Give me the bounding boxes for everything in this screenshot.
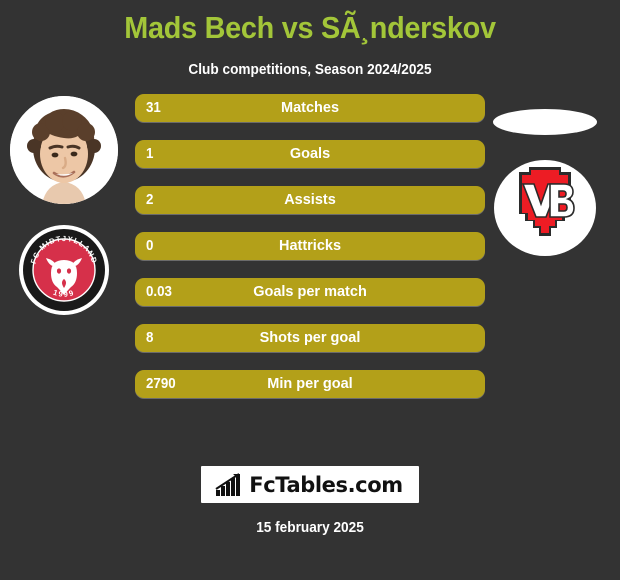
stat-row: 1 Goals	[135, 140, 485, 168]
vejle-boldklub-badge-icon	[494, 160, 596, 256]
footer: FcTables.com 15 february 2025	[0, 466, 620, 580]
bar-chart-icon	[215, 473, 241, 496]
footer-date: 15 february 2025	[256, 520, 364, 536]
home-club-badge: FC MIDTJYLLAND 1999	[18, 224, 110, 316]
stat-label: Shots per goal	[259, 330, 361, 346]
stats-list: 31 Matches 1 Goals 2 Assists 0 Hattricks 0.03 Goa…	[135, 94, 485, 398]
stat-row: 0 Hattricks	[135, 232, 485, 260]
home-player-photo	[10, 96, 118, 204]
header: Mads Bech vs SÃ¸nderskov Club competitio…	[0, 0, 620, 80]
stat-row: 8 Shots per goal	[135, 324, 485, 352]
stat-row: 2790 Min per goal	[135, 370, 485, 398]
stat-label: Assists	[284, 192, 336, 208]
stat-label: Goals per match	[253, 284, 367, 300]
page-title: Mads Bech vs SÃ¸nderskov	[124, 10, 496, 45]
fctables-logo[interactable]: FcTables.com	[201, 466, 419, 503]
comparison-body: FC MIDTJYLLAND 1999 31 Matches 1 Goals 2 Assi…	[0, 94, 620, 414]
away-column	[485, 94, 620, 414]
stat-row: 0.03 Goals per match	[135, 278, 485, 306]
player-portrait-icon	[10, 96, 118, 204]
stat-row: 31 Matches	[135, 94, 485, 122]
away-club-badge	[493, 156, 597, 260]
stat-row: 2 Assists	[135, 186, 485, 214]
stat-label: Min per goal	[267, 376, 353, 392]
stat-label: Matches	[280, 100, 340, 116]
stat-label: Hattricks	[278, 238, 342, 254]
fc-midtjylland-badge-icon: FC MIDTJYLLAND 1999	[19, 225, 109, 315]
away-player-photo-placeholder	[493, 109, 597, 135]
stat-label: Goals	[289, 146, 331, 162]
page-subtitle: Club competitions, Season 2024/2025	[188, 62, 432, 78]
home-column: FC MIDTJYLLAND 1999	[0, 94, 135, 414]
fctables-label: FcTables.com	[249, 473, 403, 497]
